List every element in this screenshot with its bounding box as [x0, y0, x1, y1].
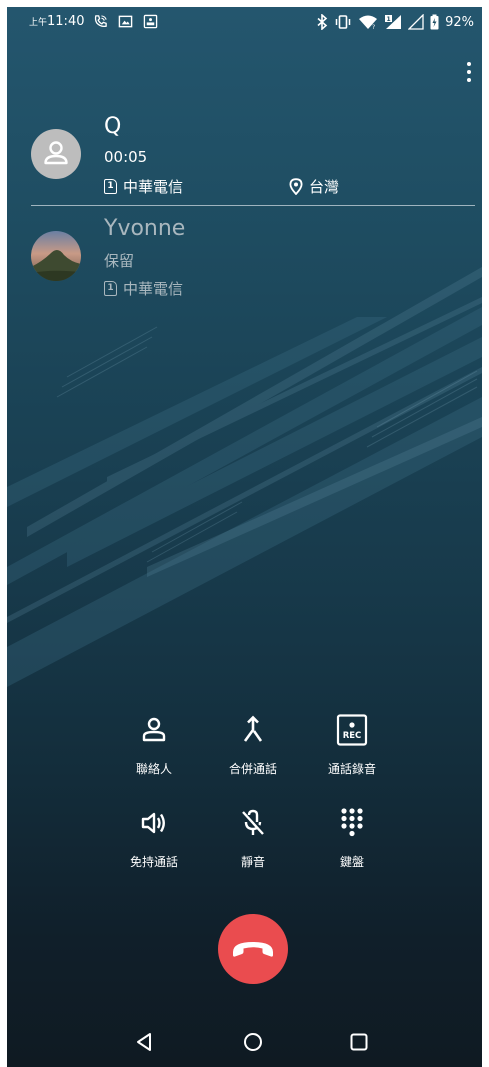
active-carrier-name: 中華電信	[123, 178, 184, 196]
held-caller-avatar	[31, 231, 81, 281]
active-carrier: 1 中華電信	[104, 176, 183, 197]
active-caller-name: Q	[104, 114, 122, 139]
signal-sim2-icon	[408, 14, 424, 30]
phone-hangup-icon	[233, 942, 273, 957]
navigation-bar	[7, 1012, 482, 1067]
record-call-label: 通話錄音	[327, 762, 376, 776]
back-icon[interactable]	[133, 1030, 157, 1054]
mute-label: 靜音	[240, 855, 265, 869]
recents-icon[interactable]	[347, 1030, 371, 1054]
more-options-button[interactable]	[463, 62, 475, 84]
active-caller-avatar	[31, 129, 81, 179]
vibrate-icon	[335, 15, 351, 29]
contacts-button[interactable]: 聯絡人	[104, 714, 204, 784]
caller-divider	[31, 205, 475, 206]
held-carrier: 1 中華電信	[104, 278, 183, 299]
record-icon: REC	[336, 714, 368, 746]
status-right-icons: ? 1 92%	[316, 13, 474, 31]
dialpad-icon	[341, 808, 363, 837]
mute-button[interactable]: 靜音	[203, 807, 303, 877]
merge-icon	[243, 715, 263, 742]
record-call-button[interactable]: REC 通話錄音	[302, 714, 402, 784]
held-carrier-name: 中華電信	[123, 280, 184, 298]
more-dot	[467, 62, 471, 66]
keypad-button[interactable]: 鍵盤	[302, 807, 402, 877]
speaker-label: 免持通話	[129, 855, 178, 869]
svg-text:1: 1	[387, 16, 391, 23]
merge-calls-button[interactable]: 合併通話	[203, 714, 303, 784]
battery-icon	[430, 14, 439, 30]
status-clock: 11:40	[47, 14, 85, 29]
battery-percent: 92%	[445, 14, 474, 30]
signal-sim1-icon: 1	[385, 15, 402, 29]
background-art	[7, 267, 482, 687]
wifi-calling-icon	[94, 15, 107, 27]
rec-icon	[143, 14, 158, 29]
sim-card-icon: 1	[104, 179, 117, 194]
status-time: 上午11:40	[29, 14, 84, 29]
in-call-screen: 上午11:40 ? 1 92% Q 00:05 1 中華電信 台灣 Yvonne…	[7, 7, 482, 1067]
caller-location: 台灣	[289, 176, 339, 197]
wifi-icon: ?	[359, 15, 378, 30]
status-bar: 上午11:40 ? 1 92%	[7, 7, 482, 37]
keypad-label: 鍵盤	[339, 855, 364, 869]
svg-text:?: ?	[372, 24, 375, 30]
speaker-button[interactable]: 免持通話	[104, 807, 204, 877]
more-dot	[467, 78, 471, 82]
speaker-icon	[141, 812, 165, 834]
svg-text:REC: REC	[343, 731, 362, 741]
home-icon[interactable]	[241, 1030, 265, 1054]
microphone-off-icon	[242, 809, 264, 835]
contacts-label: 聯絡人	[135, 762, 172, 776]
call-duration: 00:05	[104, 148, 148, 166]
location-text: 台灣	[309, 178, 340, 196]
person-icon	[44, 141, 68, 165]
person-icon	[142, 717, 166, 742]
held-status: 保留	[104, 252, 135, 270]
end-call-button[interactable]	[218, 914, 288, 984]
landscape-photo	[31, 231, 81, 281]
merge-calls-label: 合併通話	[228, 762, 277, 776]
more-dot	[467, 70, 471, 74]
sim-card-icon: 1	[104, 281, 117, 296]
bluetooth-icon	[317, 14, 328, 30]
status-ampm: 上午	[29, 18, 48, 28]
held-caller-name: Yvonne	[104, 216, 186, 241]
image-icon	[118, 15, 133, 28]
location-pin-icon	[289, 178, 303, 195]
